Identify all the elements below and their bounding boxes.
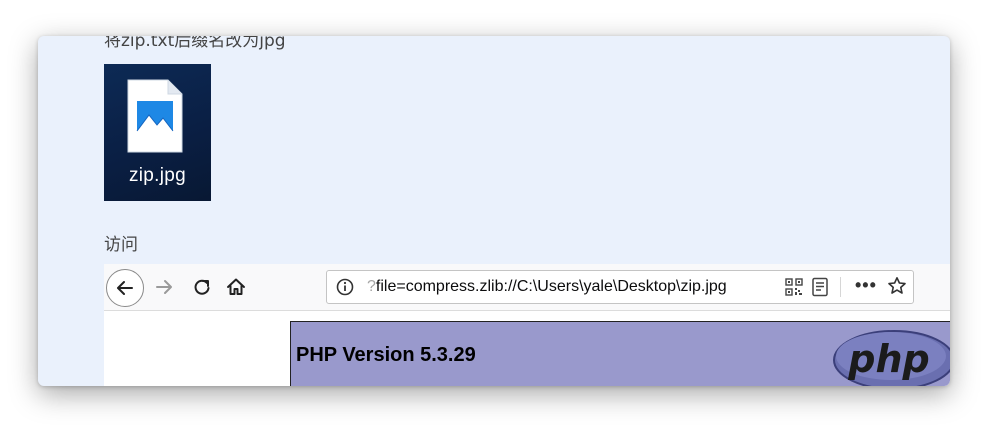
php-logo: php bbox=[833, 330, 950, 386]
forward-button[interactable] bbox=[150, 273, 178, 301]
qr-code-icon[interactable] bbox=[785, 278, 803, 296]
reload-icon bbox=[194, 279, 210, 295]
url-input[interactable]: ?file=compress.zlib://C:\Users\yale\Desk… bbox=[367, 278, 727, 296]
reader-view-icon[interactable] bbox=[811, 277, 829, 297]
url-bar-separator bbox=[840, 277, 841, 297]
image-file-icon bbox=[127, 79, 183, 153]
php-version-title: PHP Version 5.3.29 bbox=[296, 344, 476, 366]
more-icon[interactable]: ••• bbox=[855, 275, 877, 296]
screenshot-card: 将zip.txt后缀名改为jpg zip.jpg 访问 ?file=compre… bbox=[38, 36, 950, 386]
back-icon bbox=[117, 281, 133, 295]
url-value: file=compress.zlib://C:\Users\yale\Deskt… bbox=[375, 278, 727, 295]
visit-label: 访问 bbox=[104, 235, 138, 255]
browser-window: ?file=compress.zlib://C:\Users\yale\Desk… bbox=[104, 264, 950, 386]
reload-button[interactable] bbox=[188, 273, 216, 301]
instruction-text-rename: 将zip.txt后缀名改为jpg bbox=[104, 36, 286, 51]
url-query-prefix: ? bbox=[367, 278, 376, 295]
file-icon-zip-jpg[interactable]: zip.jpg bbox=[104, 64, 211, 201]
browser-toolbar: ?file=compress.zlib://C:\Users\yale\Desk… bbox=[104, 264, 950, 311]
page-content: PHP Version 5.3.29 php bbox=[104, 311, 950, 386]
info-icon[interactable] bbox=[336, 278, 354, 296]
bookmark-star-icon[interactable] bbox=[887, 276, 907, 296]
forward-icon bbox=[156, 280, 172, 294]
home-icon bbox=[227, 278, 245, 295]
home-button[interactable] bbox=[222, 273, 250, 301]
file-name-label: zip.jpg bbox=[128, 165, 187, 186]
url-bar[interactable]: ?file=compress.zlib://C:\Users\yale\Desk… bbox=[326, 270, 914, 304]
back-button[interactable] bbox=[106, 269, 144, 307]
php-logo-text: php bbox=[847, 337, 929, 381]
phpinfo-header: PHP Version 5.3.29 php bbox=[290, 321, 950, 386]
